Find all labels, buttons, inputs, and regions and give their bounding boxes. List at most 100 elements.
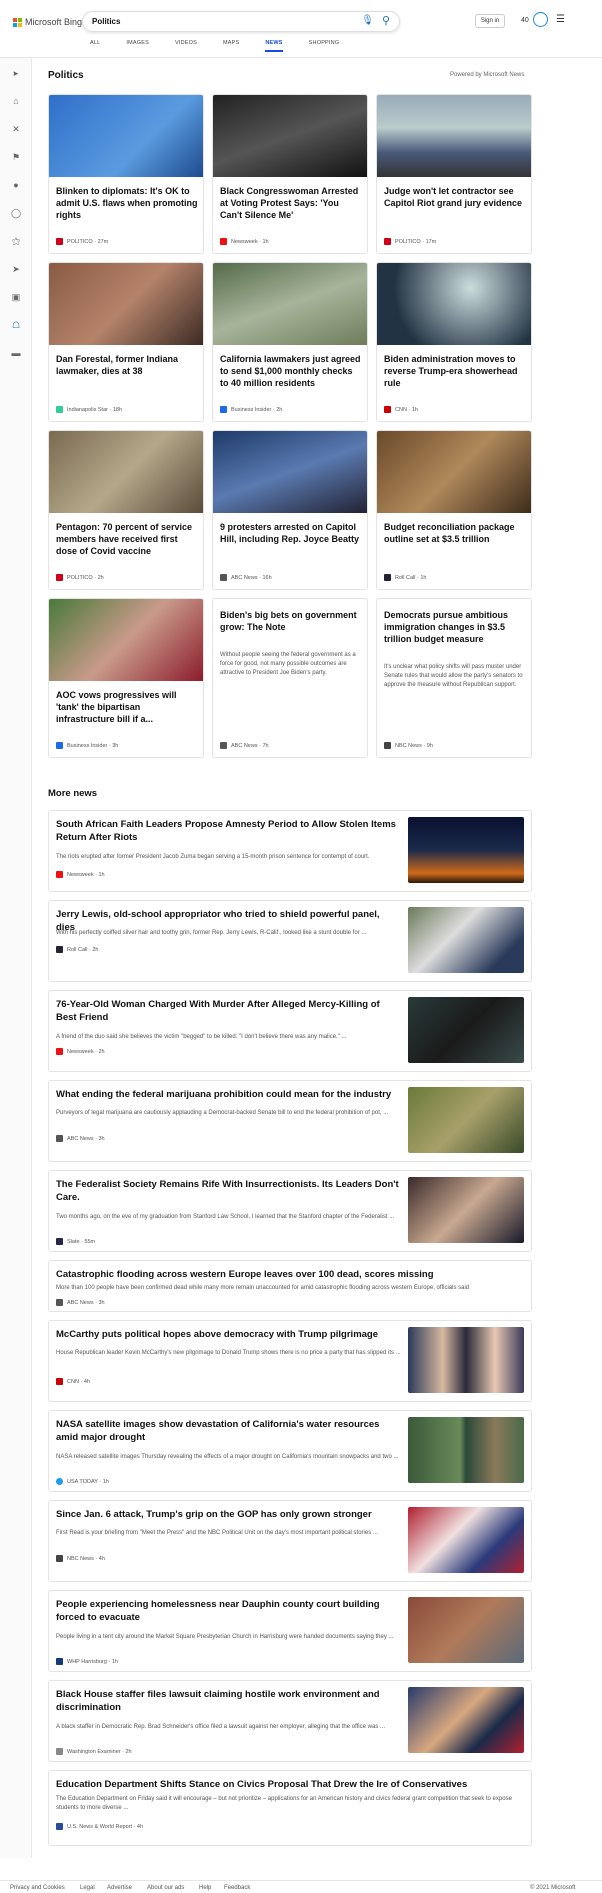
powered-by: Powered by Microsoft News <box>450 72 525 78</box>
news-card[interactable]: Black Congresswoman Arrested at Voting P… <box>212 94 368 254</box>
flag-icon[interactable]: ⚑ <box>11 152 21 162</box>
news-source: WHP Harrisburg · 1h <box>56 1658 118 1665</box>
news-headline[interactable]: Pentagon: 70 percent of service members … <box>56 521 198 557</box>
footer-link-feedback[interactable]: Feedback <box>224 1885 250 1891</box>
news-headline[interactable]: Blinken to diplomats: It's OK to admit U… <box>56 185 198 221</box>
news-row[interactable]: Jerry Lewis, old-school appropriator who… <box>48 900 532 982</box>
tab-videos[interactable]: VIDEOS <box>175 40 197 52</box>
news-headline[interactable]: Judge won't let contractor see Capitol R… <box>384 185 526 209</box>
news-card[interactable]: Pentagon: 70 percent of service members … <box>48 430 204 590</box>
news-row[interactable]: People experiencing homelessness near Da… <box>48 1590 532 1672</box>
news-card[interactable]: Biden administration moves to reverse Tr… <box>376 262 532 422</box>
news-headline[interactable]: Dan Forestal, former Indiana lawmaker, d… <box>56 353 198 377</box>
news-row[interactable]: Black House staffer files lawsuit claimi… <box>48 1680 532 1762</box>
search-icon[interactable]: ⚲ <box>382 14 390 27</box>
news-headline[interactable]: Biden's big bets on government grow: The… <box>220 609 362 633</box>
news-card[interactable]: Blinken to diplomats: It's OK to admit U… <box>48 94 204 254</box>
news-headline[interactable]: Education Department Shifts Stance on Ci… <box>56 1778 526 1791</box>
news-headline[interactable]: What ending the federal marijuana prohib… <box>56 1088 401 1101</box>
copyright: © 2021 Microsoft <box>530 1885 576 1891</box>
politics-icon[interactable]: ☖ <box>11 320 21 330</box>
news-headline[interactable]: People experiencing homelessness near Da… <box>56 1598 401 1624</box>
news-headline[interactable]: Black House staffer files lawsuit claimi… <box>56 1688 401 1714</box>
news-card[interactable]: Judge won't let contractor see Capitol R… <box>376 94 532 254</box>
footer-link-about-ads[interactable]: About our ads <box>147 1885 184 1891</box>
globe-icon[interactable]: ◯ <box>11 208 21 218</box>
news-headline[interactable]: Budget reconciliation package outline se… <box>384 521 526 545</box>
news-card[interactable]: Democrats pursue ambitious immigration c… <box>376 598 532 758</box>
tools-icon[interactable]: ✕ <box>11 124 21 134</box>
news-headline[interactable]: California lawmakers just agreed to send… <box>220 353 362 389</box>
search-box[interactable]: Politics 🎙 ⚲ <box>82 11 400 32</box>
menu-icon[interactable]: ☰ <box>556 14 565 25</box>
news-headline[interactable]: South African Faith Leaders Propose Amne… <box>56 818 401 844</box>
news-headline[interactable]: Democrats pursue ambitious immigration c… <box>384 609 526 645</box>
footer-link-help[interactable]: Help <box>199 1885 211 1891</box>
news-row[interactable]: Since Jan. 6 attack, Trump's grip on the… <box>48 1500 532 1582</box>
source-favicon-icon <box>56 1378 63 1385</box>
news-headline[interactable]: 9 protesters arrested on Capitol Hill, i… <box>220 521 362 545</box>
rocket-icon[interactable]: ➤ <box>11 264 21 274</box>
news-row[interactable]: South African Faith Leaders Propose Amne… <box>48 810 532 892</box>
news-age: 1h <box>98 871 105 878</box>
tab-maps[interactable]: MAPS <box>223 40 239 52</box>
source-name: Roll Call <box>395 574 416 581</box>
source-name: USA TODAY <box>67 1478 98 1485</box>
news-headline[interactable]: AOC vows progressives will 'tank' the bi… <box>56 689 198 725</box>
location-icon[interactable]: ● <box>11 180 21 190</box>
news-card[interactable]: 9 protesters arrested on Capitol Hill, i… <box>212 430 368 590</box>
expand-icon[interactable]: ▸ <box>11 68 21 78</box>
news-row[interactable]: NASA satellite images show devastation o… <box>48 1410 532 1492</box>
news-source: U.S. News & World Report · 4h <box>56 1823 143 1830</box>
news-headline[interactable]: 76-Year-Old Woman Charged With Murder Af… <box>56 998 401 1024</box>
news-row[interactable]: Catastrophic flooding across western Eur… <box>48 1260 532 1312</box>
tab-shopping[interactable]: SHOPPING <box>309 40 340 52</box>
science-icon[interactable]: ⚝ <box>11 236 21 246</box>
source-favicon-icon <box>384 574 391 581</box>
bing-logo[interactable]: Microsoft Bing <box>13 17 82 27</box>
news-row[interactable]: What ending the federal marijuana prohib… <box>48 1080 532 1162</box>
tab-all[interactable]: ALL <box>90 40 100 52</box>
home-icon[interactable]: ⌂ <box>11 96 21 106</box>
news-card[interactable]: Biden's big bets on government grow: The… <box>212 598 368 758</box>
footer-link-privacy[interactable]: Privacy and Cookies <box>10 1885 65 1891</box>
footer-link-advertise[interactable]: Advertise <box>107 1885 132 1891</box>
news-headline[interactable]: Catastrophic flooding across western Eur… <box>56 1268 526 1281</box>
news-summary: With his perfectly coiffed silver hair a… <box>56 930 367 936</box>
rewards-icon[interactable] <box>533 12 548 27</box>
news-row[interactable]: McCarthy puts political hopes above demo… <box>48 1320 532 1402</box>
rewards-count[interactable]: 40 <box>521 17 529 24</box>
news-headline[interactable]: Biden administration moves to reverse Tr… <box>384 353 526 389</box>
news-age: 18h <box>112 406 123 413</box>
news-row[interactable]: The Federalist Society Remains Rife With… <box>48 1170 532 1252</box>
money-icon[interactable]: ▬ <box>11 348 21 358</box>
news-card[interactable]: AOC vows progressives will 'tank' the bi… <box>48 598 204 758</box>
film-icon[interactable]: ▣ <box>11 292 21 302</box>
footer-link-legal[interactable]: Legal <box>80 1885 95 1891</box>
source-name: CNN <box>67 1378 79 1385</box>
news-row[interactable]: 76-Year-Old Woman Charged With Murder Af… <box>48 990 532 1072</box>
source-name: NBC News <box>67 1555 94 1562</box>
tab-news[interactable]: NEWS <box>265 40 283 52</box>
news-age: 17m <box>425 238 437 245</box>
news-card[interactable]: California lawmakers just agreed to send… <box>212 262 368 422</box>
news-card[interactable]: Budget reconciliation package outline se… <box>376 430 532 590</box>
news-headline[interactable]: Black Congresswoman Arrested at Voting P… <box>220 185 362 221</box>
search-input[interactable]: Politics <box>92 17 120 26</box>
news-source: Washington Examiner · 2h <box>56 1748 132 1755</box>
news-headline[interactable]: The Federalist Society Remains Rife With… <box>56 1178 401 1204</box>
news-headline[interactable]: McCarthy puts political hopes above demo… <box>56 1328 401 1341</box>
source-name: Business Insider <box>231 406 272 413</box>
sign-in-button[interactable]: Sign in <box>475 14 505 28</box>
news-row[interactable]: Education Department Shifts Stance on Ci… <box>48 1770 532 1846</box>
news-summary: Without people seeing the federal govern… <box>220 652 356 676</box>
source-favicon-icon <box>56 742 63 749</box>
source-name: Washington Examiner <box>67 1748 121 1755</box>
news-headline[interactable]: Since Jan. 6 attack, Trump's grip on the… <box>56 1508 401 1521</box>
tab-images[interactable]: IMAGES <box>126 40 149 52</box>
source-name: Roll Call <box>67 946 88 953</box>
news-headline[interactable]: NASA satellite images show devastation o… <box>56 1418 401 1444</box>
news-source: Business Insider · 2h <box>220 406 282 413</box>
microphone-icon[interactable]: 🎙 <box>361 15 374 26</box>
news-card[interactable]: Dan Forestal, former Indiana lawmaker, d… <box>48 262 204 422</box>
